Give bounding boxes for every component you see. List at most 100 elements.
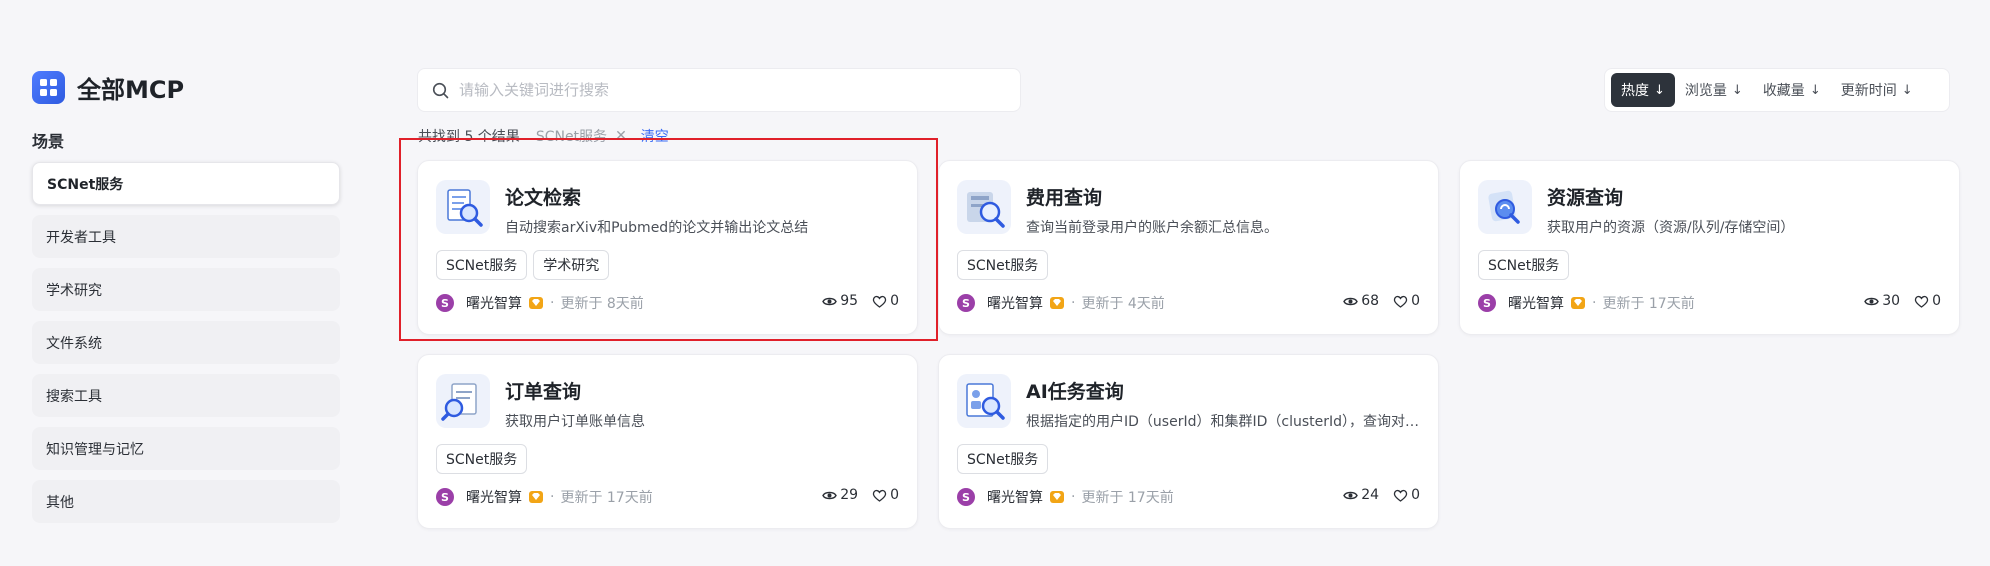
card-stats: 68 0: [1329, 293, 1420, 309]
clear-filters-link[interactable]: 清空: [641, 126, 669, 146]
like-count[interactable]: 0: [872, 293, 899, 309]
diamond-badge-icon: [1050, 297, 1064, 309]
eye-icon: [822, 297, 838, 305]
author-name: 曙光智算: [1508, 296, 1564, 312]
card-meta: S 曙光智算 · 更新于 4天前: [957, 293, 1165, 313]
avatar: S: [957, 294, 975, 312]
separator-dot: ·: [550, 489, 555, 505]
card-description: 根据指定的用户ID（userId）和集群ID（clusterId），查询对…: [1026, 414, 1419, 430]
like-count[interactable]: 0: [1393, 293, 1420, 309]
result-bar: 共找到 5 个结果 SCNet服务 ✕ 清空: [418, 126, 669, 146]
sidebar-item-file-system[interactable]: 文件系统: [32, 321, 340, 364]
sidebar-item-developer-tools[interactable]: 开发者工具: [32, 215, 340, 258]
card-stats: 30 0: [1850, 293, 1941, 309]
search-input[interactable]: [459, 81, 999, 99]
mcp-card[interactable]: 论文检索 自动搜索arXiv和Pubmed的论文并输出论文总结 SCNet服务 …: [417, 160, 918, 335]
order-search-icon: [436, 374, 490, 428]
grid-logo-icon: [32, 71, 65, 104]
search-icon: [432, 82, 449, 98]
scene-list: SCNet服务 开发者工具 学术研究 文件系统 搜索工具 知识管理与记忆 其他: [32, 162, 340, 533]
mcp-card[interactable]: 费用查询 查询当前登录用户的账户余额汇总信息。 SCNet服务 S 曙光智算 ·…: [938, 160, 1439, 335]
tag[interactable]: 学术研究: [533, 250, 610, 280]
sort-label: 热度: [1621, 83, 1649, 99]
sidebar-item-scnet[interactable]: SCNet服务: [32, 162, 340, 205]
tag[interactable]: SCNet服务: [1478, 250, 1570, 280]
mcp-card[interactable]: 资源查询 获取用户的资源（资源/队列/存储空间） SCNet服务 S 曙光智算 …: [1459, 160, 1960, 335]
result-count: 共找到 5 个结果: [418, 129, 520, 145]
sort-favorites-button[interactable]: 收藏量 ↓: [1753, 73, 1831, 107]
heart-icon: [1393, 489, 1408, 502]
heart-icon: [872, 295, 887, 308]
tag[interactable]: SCNet服务: [436, 444, 528, 474]
sort-bar: 热度 ↓ 浏览量 ↓ 收藏量 ↓ 更新时间 ↓: [1604, 68, 1950, 112]
updated-time: 更新于 4天前: [1081, 296, 1165, 312]
author-name: 曙光智算: [987, 490, 1043, 506]
like-count[interactable]: 0: [1914, 293, 1941, 309]
sidebar-item-knowledge-memory[interactable]: 知识管理与记忆: [32, 427, 340, 470]
card-description: 自动搜索arXiv和Pubmed的论文并输出论文总结: [505, 220, 809, 236]
view-count: 95: [822, 293, 858, 309]
author-name: 曙光智算: [466, 296, 522, 312]
sidebar-item-label: 其他: [46, 494, 74, 511]
updated-time: 更新于 17天前: [1081, 490, 1174, 506]
like-count-value: 0: [1932, 293, 1941, 309]
card-tags: SCNet服务: [1478, 250, 1575, 280]
sort-hot-button[interactable]: 热度 ↓: [1611, 73, 1675, 107]
sort-label: 浏览量: [1684, 83, 1727, 99]
tag[interactable]: SCNet服务: [436, 250, 528, 280]
sort-updated-button[interactable]: 更新时间 ↓: [1831, 73, 1923, 107]
arrow-down-icon: ↓: [1654, 82, 1665, 98]
view-count: 24: [1343, 487, 1379, 503]
diamond-badge-icon: [529, 297, 543, 309]
tag[interactable]: SCNet服务: [957, 250, 1049, 280]
card-meta: S 曙光智算 · 更新于 17天前: [957, 487, 1174, 507]
like-count[interactable]: 0: [872, 487, 899, 503]
avatar: S: [436, 294, 454, 312]
card-title: 订单查询: [505, 381, 582, 403]
ai-task-search-icon: [957, 374, 1011, 428]
tag[interactable]: SCNet服务: [957, 444, 1049, 474]
updated-time: 更新于 17天前: [560, 490, 653, 506]
card-title: 费用查询: [1026, 187, 1103, 209]
diamond-badge-icon: [1050, 491, 1064, 503]
eye-icon: [1343, 491, 1359, 499]
scene-section-label: 场景: [32, 132, 65, 151]
separator-dot: ·: [1592, 295, 1597, 311]
card-description: 获取用户订单账单信息: [505, 414, 645, 430]
sort-views-button[interactable]: 浏览量 ↓: [1675, 73, 1753, 107]
sidebar-item-label: 搜索工具: [46, 388, 102, 405]
arrow-down-icon: ↓: [1901, 82, 1913, 98]
like-count-value: 0: [1411, 293, 1420, 309]
like-count-value: 0: [890, 487, 899, 503]
sidebar-item-label: 文件系统: [46, 335, 102, 352]
updated-time: 更新于 8天前: [560, 296, 644, 312]
mcp-card[interactable]: 订单查询 获取用户订单账单信息 SCNet服务 S 曙光智算 · 更新于 17天…: [417, 354, 918, 529]
card-title: AI任务查询: [1026, 381, 1124, 403]
card-stats: 29 0: [808, 487, 899, 503]
view-count-value: 95: [840, 293, 859, 309]
eye-icon: [1343, 297, 1359, 305]
sidebar-item-label: SCNet服务: [47, 176, 124, 193]
sidebar-item-label: 知识管理与记忆: [46, 441, 144, 458]
author-name: 曙光智算: [987, 296, 1043, 312]
mcp-card[interactable]: AI任务查询 根据指定的用户ID（userId）和集群ID（clusterId）…: [938, 354, 1439, 529]
card-title: 论文检索: [505, 187, 582, 209]
separator-dot: ·: [550, 295, 555, 311]
resource-search-icon: [1478, 180, 1532, 234]
like-count[interactable]: 0: [1393, 487, 1420, 503]
view-count: 68: [1343, 293, 1379, 309]
sidebar-item-search-tools[interactable]: 搜索工具: [32, 374, 340, 417]
page-title: 全部MCP: [77, 76, 185, 104]
card-description: 查询当前登录用户的账户余额汇总信息。: [1026, 220, 1278, 236]
view-count-value: 68: [1361, 293, 1380, 309]
heart-icon: [1914, 295, 1929, 308]
card-meta: S 曙光智算 · 更新于 17天前: [436, 487, 653, 507]
view-count: 29: [822, 487, 858, 503]
avatar: S: [957, 488, 975, 506]
close-icon[interactable]: ✕: [615, 128, 627, 144]
brand: 全部MCP: [32, 70, 184, 105]
sidebar-item-other[interactable]: 其他: [32, 480, 340, 523]
heart-icon: [872, 489, 887, 502]
sidebar-item-academic-research[interactable]: 学术研究: [32, 268, 340, 311]
card-tags: SCNet服务 学术研究: [436, 250, 615, 280]
